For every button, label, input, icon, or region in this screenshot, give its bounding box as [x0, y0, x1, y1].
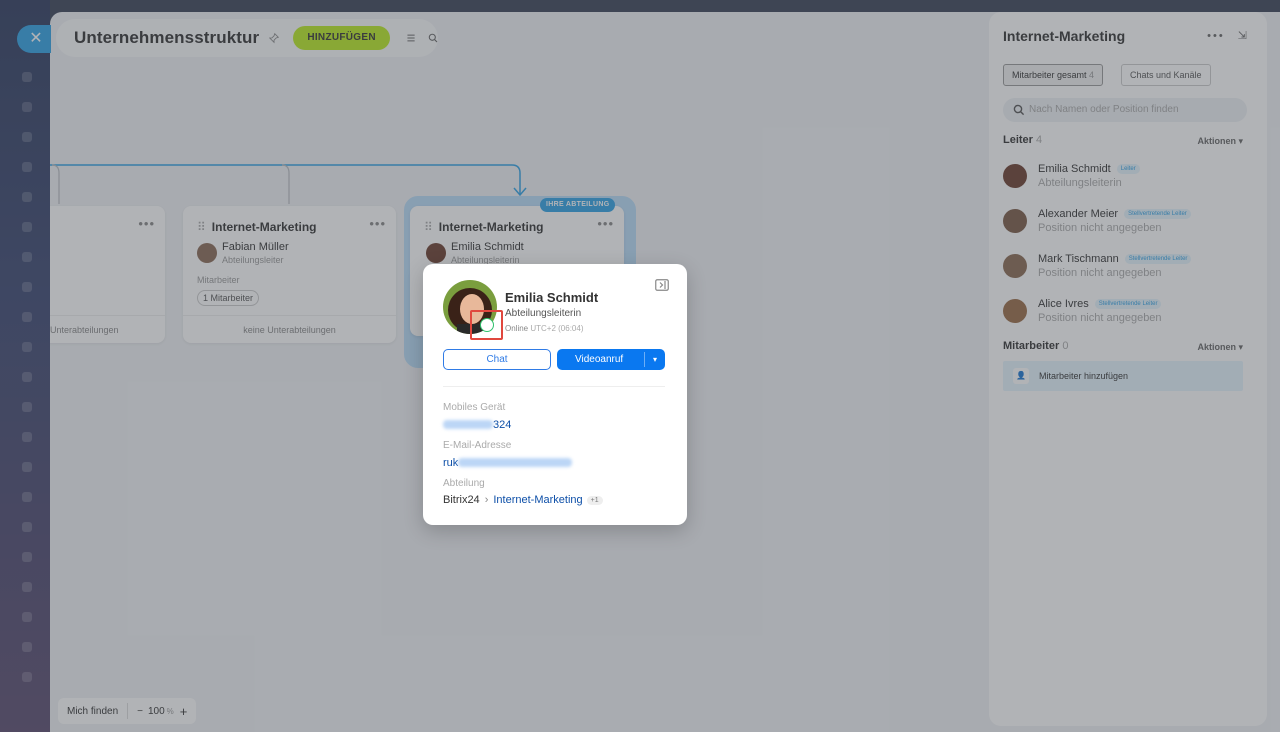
department-link[interactable]: Internet-Marketing: [493, 494, 582, 506]
chat-button[interactable]: Chat: [443, 349, 551, 370]
divider: [443, 386, 665, 387]
open-profile-icon[interactable]: [655, 279, 669, 291]
department-root: Bitrix24: [443, 494, 480, 506]
chevron-right-icon: ›: [484, 494, 489, 506]
blurred-text: [443, 420, 493, 429]
mobile-value[interactable]: 324: [443, 419, 511, 431]
mobile-label: Mobiles Gerät: [443, 402, 506, 413]
chevron-down-icon[interactable]: ▾: [644, 352, 665, 367]
department-path: Bitrix24 › Internet-Marketing +1: [443, 494, 603, 506]
video-call-button[interactable]: Videoanruf ▾: [557, 349, 665, 370]
user-profile-popup: Emilia Schmidt Abteilungsleiterin Online…: [423, 264, 687, 525]
highlight-box: [470, 310, 503, 340]
user-position: Abteilungsleiterin: [505, 308, 582, 319]
email-label: E-Mail-Adresse: [443, 440, 512, 451]
more-departments-badge[interactable]: +1: [586, 496, 603, 505]
email-value[interactable]: ruk: [443, 457, 573, 469]
online-status: Online UTC+2 (06:04): [505, 324, 584, 333]
department-label: Abteilung: [443, 478, 485, 489]
user-name: Emilia Schmidt: [505, 290, 599, 305]
blurred-text: [458, 458, 573, 467]
